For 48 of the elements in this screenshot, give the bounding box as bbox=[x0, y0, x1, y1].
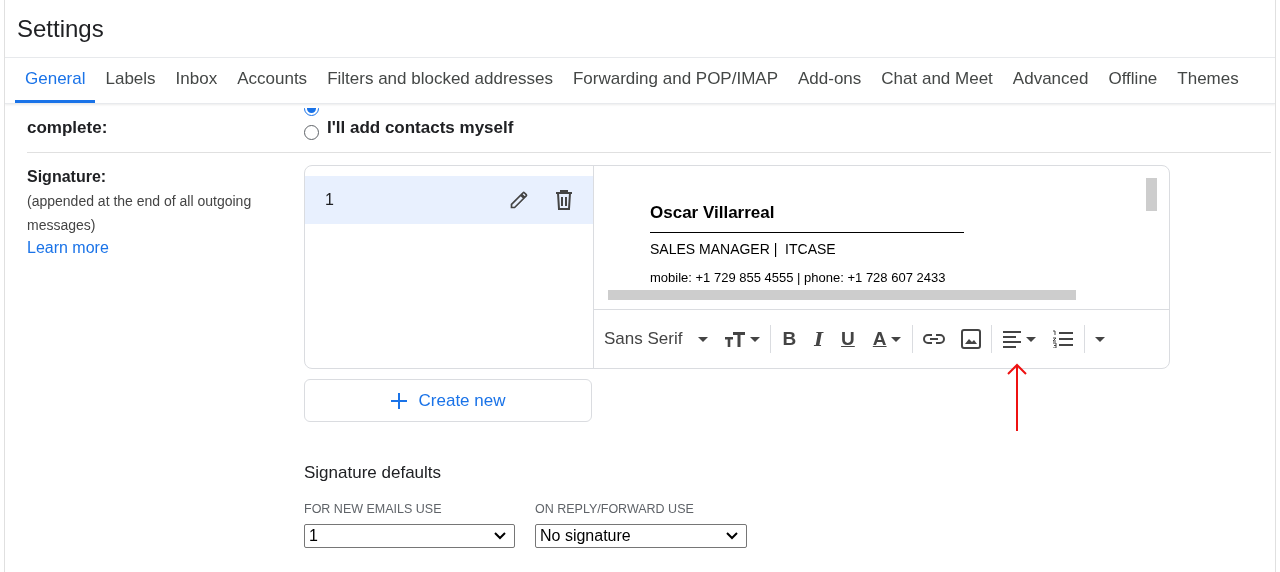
section-heading: Signature defaults bbox=[304, 462, 443, 484]
signature-contact-text: mobile: +1 729 855 4555 | phone: +1 728 607 2433 bbox=[650, 269, 947, 285]
signature-name-text: Oscar Villarreal bbox=[650, 200, 964, 233]
chevron-down-icon bbox=[494, 531, 506, 540]
caret-icon[interactable] bbox=[750, 336, 761, 342]
settings-tab[interactable]: Accounts bbox=[227, 58, 318, 103]
learn-more-link[interactable]: Learn more bbox=[27, 237, 109, 259]
settings-tab[interactable]: Labels bbox=[95, 58, 166, 103]
horizontal-scrollbar[interactable] bbox=[608, 290, 1076, 300]
signature-role-text: SALES MANAGER | ITCASE bbox=[650, 239, 837, 259]
edit-icon[interactable] bbox=[509, 190, 529, 210]
page-title: Settings bbox=[17, 13, 104, 44]
settings-tab[interactable]: Filters and blocked addresses bbox=[317, 58, 563, 103]
delete-icon[interactable] bbox=[555, 190, 573, 210]
signature-select[interactable]: No signature bbox=[535, 523, 747, 548]
color-button[interactable]: A bbox=[863, 321, 910, 357]
settings-tab[interactable]: Inbox bbox=[165, 58, 228, 103]
setting-description: (appended at the end of all outgoing messages) bbox=[27, 192, 253, 235]
plus-icon bbox=[390, 392, 407, 409]
align-icon bbox=[1001, 330, 1022, 348]
italic-button[interactable]: I bbox=[805, 321, 833, 357]
settings-tab[interactable]: Chat and Meet bbox=[871, 58, 1003, 103]
font-dropdown[interactable]: Sans Serif bbox=[604, 321, 717, 357]
settings-tab[interactable]: Offline bbox=[1098, 58, 1168, 103]
settings-tab[interactable]: Themes bbox=[1167, 58, 1249, 103]
signature-name: 1 bbox=[325, 190, 335, 210]
text-size-icon bbox=[724, 331, 747, 347]
bold-button[interactable]: B bbox=[773, 321, 806, 357]
chevron-down-icon bbox=[726, 531, 738, 540]
caret-icon[interactable] bbox=[890, 336, 901, 342]
settings-tab[interactable]: Advanced bbox=[1002, 58, 1099, 103]
signature-select[interactable]: 1 bbox=[304, 523, 515, 548]
settings-tab[interactable]: Add-ons bbox=[788, 58, 872, 103]
caret-icon[interactable] bbox=[1025, 336, 1036, 342]
settings-tab[interactable]: General bbox=[15, 58, 96, 103]
signature-list-item[interactable]: 1 bbox=[305, 176, 593, 224]
setting-label: complete: bbox=[27, 117, 109, 139]
underline-button[interactable]: U bbox=[832, 321, 864, 357]
setting-label: Signature: bbox=[27, 167, 108, 187]
create-new-button[interactable]: Create new bbox=[304, 379, 592, 422]
option-label: I'll add contacts myself bbox=[327, 116, 514, 139]
field-label: FOR NEW EMAILS USE bbox=[304, 500, 443, 518]
caret-icon[interactable] bbox=[698, 336, 709, 342]
settings-tab[interactable]: Forwarding and POP/IMAP bbox=[562, 58, 788, 103]
arrow bbox=[1006, 363, 1028, 431]
vertical-scrollbar[interactable] bbox=[1146, 178, 1157, 211]
caret-icon[interactable] bbox=[1094, 336, 1105, 342]
field-label: ON REPLY/FORWARD USE bbox=[535, 500, 695, 518]
